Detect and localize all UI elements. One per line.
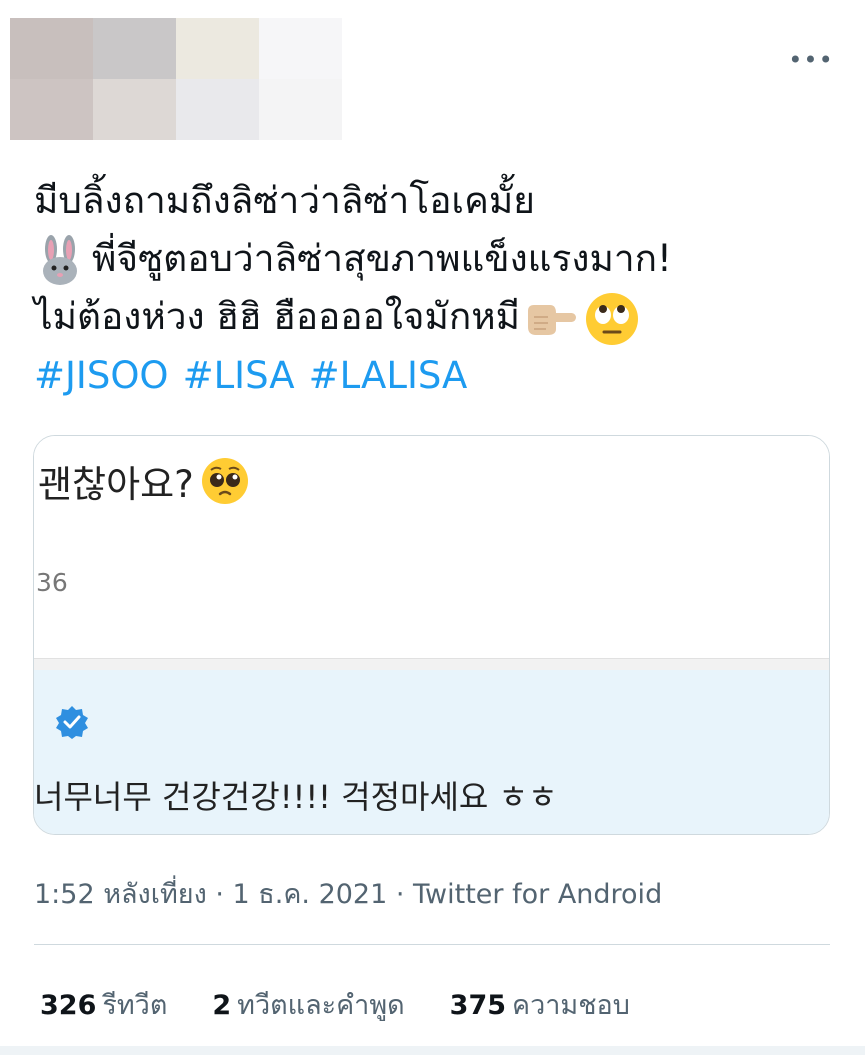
rabbit-emoji — [43, 234, 77, 285]
tweet-line-3-wrap: ไม่ต้องห่วง ฮิฮิ ฮืออออใจมักหมี — [34, 288, 844, 347]
tweet-detail-page: ••• มีบลิ้งถามถึงลิซ่าว่าลิซ่าโอเคมั้ย พ… — [0, 0, 865, 1055]
tweet-line-3: ไม่ต้องห่วง ฮิฮิ ฮืออออใจมักหมี — [34, 295, 521, 338]
quotes-count: 2 — [212, 990, 232, 1021]
blurred-author-header[interactable] — [10, 18, 342, 140]
quotes-label: ทวีตและคำพูด — [237, 990, 405, 1021]
retweets-label: รีทวีต — [102, 990, 168, 1021]
media-count: 36 — [36, 568, 68, 597]
tweet-line-2: พี่จีซูตอบว่าลิซ่าสุขภาพแข็งแรงมาก! — [92, 237, 672, 280]
tweet-line-2-wrap: พี่จีซูตอบว่าลิซ่าสุขภาพแข็งแรงมาก! — [34, 230, 844, 288]
retweets-count: 326 — [40, 990, 97, 1021]
tweet-stats: 326 รีทวีต 2 ทวีตและคำพูด 375 ความชอบ — [40, 983, 630, 1026]
media-question-text: 괜찮아요? — [38, 463, 194, 506]
bottom-strip — [0, 1046, 865, 1055]
likes-count: 375 — [449, 990, 507, 1021]
hashtag-lalisa[interactable]: #LALISA — [309, 354, 468, 397]
media-divider — [34, 658, 829, 670]
quote-tweets-stat[interactable]: 2 ทวีตและคำพูด — [212, 983, 404, 1026]
tweet-line-1: มีบลิ้งถามถึงลิซ่าว่าลิซ่าโอเคมั้ย — [34, 179, 535, 222]
verified-badge-icon — [56, 706, 88, 739]
pleading-face-emoji — [201, 458, 248, 504]
hashtag-list: #JISOO #LISA #LALISA — [34, 347, 844, 405]
media-question-area: 괜찮아요? 36 — [34, 436, 829, 656]
likes-stat[interactable]: 375 ความชอบ — [450, 983, 630, 1026]
tweet-time[interactable]: 1:52 หลังเที่ยง · 1 ธ.ค. 2021 · — [34, 879, 413, 910]
rolling-eyes-emoji — [586, 292, 639, 345]
media-answer-area: 너무너무 건강건강!!!! 걱정마세요 ㅎㅎ — [34, 670, 829, 834]
retweets-stat[interactable]: 326 รีทวีต — [40, 983, 167, 1026]
hashtag-lisa[interactable]: #LISA — [183, 354, 295, 397]
more-options-button[interactable]: ••• — [788, 46, 832, 74]
stats-divider — [34, 944, 830, 945]
pointing-hand-emoji — [528, 304, 577, 335]
more-icon: ••• — [788, 46, 834, 74]
tweet-timestamp: 1:52 หลังเที่ยง · 1 ธ.ค. 2021 · Twitter … — [34, 872, 662, 915]
tweet-text: มีบลิ้งถามถึงลิซ่าว่าลิซ่าโอเคมั้ย พี่จี… — [34, 172, 844, 405]
tweet-source-link[interactable]: Twitter for Android — [413, 879, 662, 910]
tweet-media-card[interactable]: 괜찮아요? 36 너무너무 건강건강!!!! 걱정마세요 ㅎㅎ — [33, 435, 830, 835]
media-question: 괜찮아요? — [38, 454, 250, 508]
likes-label: ความชอบ — [512, 990, 630, 1021]
media-answer: 너무너무 건강건강!!!! 걱정마세요 ㅎㅎ — [34, 778, 558, 816]
hashtag-jisoo[interactable]: #JISOO — [34, 354, 169, 397]
